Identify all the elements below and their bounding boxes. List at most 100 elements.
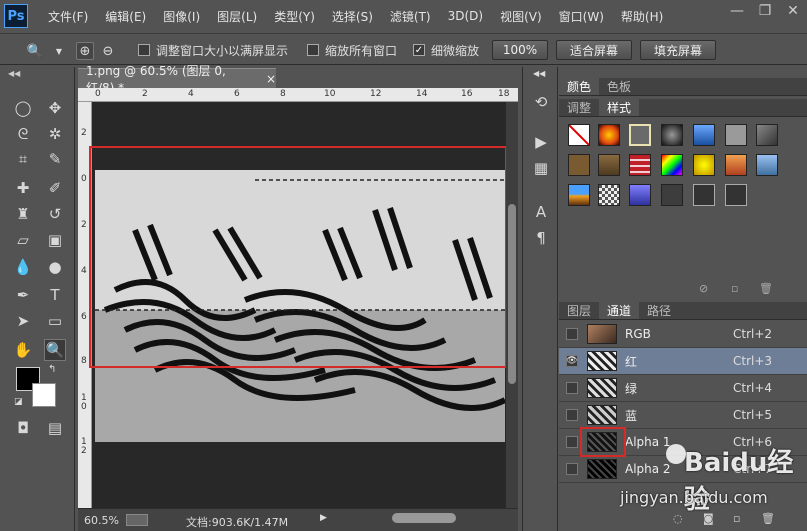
crop-tool-icon[interactable]: ⌗ (12, 148, 34, 170)
dark-style-icon[interactable] (661, 184, 683, 206)
visibility-toggle-icon[interactable] (566, 409, 578, 421)
zoom-level[interactable]: 60.5% (84, 514, 119, 527)
menu-view[interactable]: 视图(V) (500, 8, 542, 25)
close-window-button[interactable]: ✕ (779, 0, 807, 22)
shape-tool-icon[interactable]: ▭ (44, 310, 66, 332)
scrubby-zoom-checkbox[interactable]: ✓ (413, 44, 425, 56)
history-brush-tool-icon[interactable]: ↺ (44, 203, 66, 225)
tab-channels[interactable]: 通道 (599, 302, 640, 319)
pen-tool-icon[interactable]: ✒ (12, 284, 34, 306)
zoom-tool-icon[interactable]: 🔍 (26, 42, 44, 60)
tab-styles[interactable]: 样式 (599, 99, 640, 116)
lasso-tool-icon[interactable]: ᘓ (12, 123, 34, 145)
yellow-style-icon[interactable] (693, 154, 715, 176)
tab-color[interactable]: 颜色 (559, 78, 600, 95)
healing-brush-tool-icon[interactable]: ✚ (12, 177, 34, 199)
camera-style-icon[interactable] (661, 124, 683, 146)
menu-select[interactable]: 选择(S) (332, 8, 373, 25)
gray-style-icon[interactable] (725, 124, 747, 146)
move-tool-icon[interactable]: ✥ (44, 97, 66, 119)
new-style-icon[interactable]: ▫ (731, 282, 738, 295)
gradient-tool-icon[interactable]: ▣ (44, 229, 66, 251)
visibility-toggle-icon[interactable] (566, 382, 578, 394)
menu-filter[interactable]: 滤镜(T) (390, 8, 431, 25)
actions-panel-icon[interactable]: ▶ (530, 131, 552, 153)
channel-row-blue[interactable]: 蓝 Ctrl+5 (559, 402, 807, 429)
tab-paths[interactable]: 路径 (639, 302, 679, 319)
resize-windows-option[interactable]: 调整窗口大小以满屏显示 (138, 40, 288, 60)
zoom-100-button[interactable]: 100% (492, 40, 548, 60)
vertical-scroll-thumb[interactable] (508, 204, 516, 384)
menu-file[interactable]: 文件(F) (48, 8, 88, 25)
blur-tool-icon[interactable]: 💧 (12, 256, 34, 278)
marquee-tool-icon[interactable]: ◯ (12, 97, 34, 119)
clone-stamp-tool-icon[interactable]: ♜ (12, 203, 34, 225)
background-color-swatch[interactable] (32, 383, 56, 407)
hand-tool-icon[interactable]: ✋ (12, 339, 34, 361)
close-document-icon[interactable]: × (266, 72, 276, 86)
status-preview-icon[interactable] (126, 514, 148, 526)
red-stripe-icon[interactable] (629, 154, 651, 176)
dark-gray-style-icon[interactable] (756, 124, 778, 146)
pattern-style-icon[interactable] (598, 184, 620, 206)
menu-layer[interactable]: 图层(L) (217, 8, 257, 25)
menu-edit[interactable]: 编辑(E) (105, 8, 146, 25)
paragraph-panel-icon[interactable]: ¶ (530, 227, 552, 249)
default-colors-icon[interactable]: ◪ (14, 397, 23, 407)
quick-mask-icon[interactable]: ◘ (12, 417, 34, 439)
path-selection-tool-icon[interactable]: ➤ (12, 310, 34, 332)
zoom-out-icon[interactable]: ⊖ (99, 42, 117, 60)
menu-3d[interactable]: 3D(D) (448, 9, 483, 23)
rainbow-style-icon[interactable] (661, 154, 683, 176)
menu-window[interactable]: 窗口(W) (559, 8, 604, 25)
resize-windows-checkbox[interactable] (138, 44, 150, 56)
minimize-button[interactable]: — (723, 0, 751, 22)
history-panel-icon[interactable]: ⟲ (530, 91, 552, 113)
channel-row-red[interactable]: 👁 红 Ctrl+3 (559, 348, 807, 375)
horizon-style-icon[interactable] (568, 184, 590, 206)
status-menu-arrow-icon[interactable]: ▶ (320, 513, 327, 523)
type-tool-icon[interactable]: T (44, 284, 66, 306)
scrubby-zoom-option[interactable]: ✓ 细微缩放 (413, 40, 479, 60)
character-panel-icon[interactable]: A (530, 201, 552, 223)
swap-colors-icon[interactable]: ↰ (48, 364, 56, 375)
none-style-icon[interactable] (568, 124, 590, 146)
orange-glow-icon[interactable] (598, 124, 620, 146)
purple-style-icon[interactable] (629, 184, 651, 206)
dodge-tool-icon[interactable]: ● (44, 256, 66, 278)
eyedropper-tool-icon[interactable]: ✎ (44, 148, 66, 170)
horizontal-scroll-thumb[interactable] (392, 513, 456, 523)
screen-mode-icon[interactable]: ▤ (44, 417, 66, 439)
tab-layers[interactable]: 图层 (559, 302, 599, 319)
zoom-all-option[interactable]: 缩放所有窗口 (307, 40, 397, 60)
fill-screen-button[interactable]: 填充屏幕 (640, 40, 716, 60)
brush-tool-icon[interactable]: ✐ (44, 177, 66, 199)
menu-image[interactable]: 图像(I) (163, 8, 200, 25)
visibility-toggle-icon[interactable] (566, 463, 578, 475)
clear-style-icon[interactable]: ⊘ (699, 282, 708, 295)
collapse-toolbar-icon[interactable]: ◀◀ (8, 69, 20, 78)
zoom-tool-selected-icon[interactable]: 🔍 (44, 339, 66, 361)
menu-help[interactable]: 帮助(H) (621, 8, 663, 25)
restore-button[interactable]: ❐ (751, 0, 779, 22)
properties-panel-icon[interactable]: ▦ (530, 157, 552, 179)
zoom-all-checkbox[interactable] (307, 44, 319, 56)
frame-style-icon[interactable] (629, 124, 651, 146)
black-outline-icon[interactable] (725, 184, 747, 206)
document-tab[interactable]: 1.png @ 60.5% (图层 0, 红/8) * × (78, 64, 276, 95)
fit-screen-button[interactable]: 适合屏幕 (556, 40, 632, 60)
brown-style-icon[interactable] (568, 154, 590, 176)
eraser-tool-icon[interactable]: ▱ (12, 229, 34, 251)
tool-preset-chevron-icon[interactable]: ▼ (50, 42, 68, 60)
visibility-toggle-icon[interactable] (566, 436, 578, 448)
delete-style-icon[interactable]: 🗑 (759, 282, 773, 295)
zoom-in-icon[interactable]: ⊕ (76, 42, 94, 60)
sky-style-icon[interactable] (756, 154, 778, 176)
channel-row-rgb[interactable]: RGB Ctrl+2 (559, 321, 807, 348)
visibility-toggle-icon[interactable] (566, 328, 578, 340)
expand-panels-icon[interactable]: ◀◀ (533, 69, 545, 78)
tab-adjustments[interactable]: 调整 (559, 99, 599, 116)
black-outline-icon[interactable] (693, 184, 715, 206)
sunset-style-icon[interactable] (725, 154, 747, 176)
magic-wand-tool-icon[interactable]: ✲ (44, 123, 66, 145)
